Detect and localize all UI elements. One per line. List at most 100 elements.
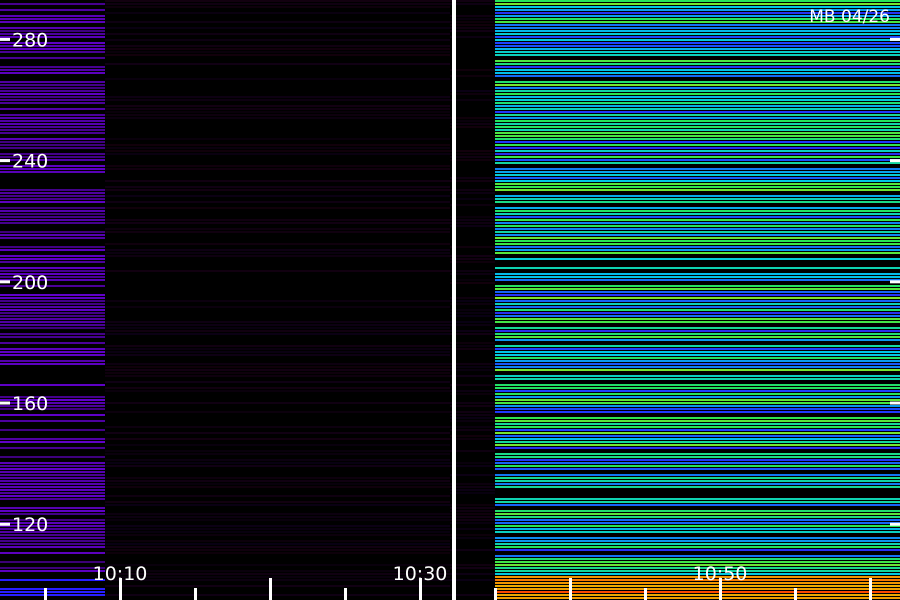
gap-line — [452, 0, 456, 600]
spectrogram-row — [495, 363, 900, 365]
spectrogram-row — [450, 393, 495, 395]
spectrogram-row — [105, 270, 450, 272]
spectrogram-row — [495, 246, 900, 248]
spectrogram-row — [495, 162, 900, 164]
spectrogram-row — [495, 252, 900, 254]
x-tick-label: 10:50 — [693, 563, 748, 585]
spectrogram-row — [450, 384, 495, 386]
spectrogram-row — [0, 492, 105, 494]
spectrogram-row — [105, 345, 450, 347]
spectrogram-row — [495, 543, 900, 545]
spectrogram-row — [495, 300, 900, 302]
spectrogram-row — [450, 204, 495, 206]
spectrogram-row — [495, 117, 900, 119]
spectrogram-row — [0, 495, 105, 497]
x-tick — [269, 578, 272, 600]
spectrogram-row — [0, 309, 105, 311]
spectrogram-row — [495, 594, 900, 596]
spectrogram-row — [105, 486, 450, 488]
spectrogram-row — [0, 198, 105, 200]
spectrogram-row — [105, 321, 450, 323]
spectrogram-row — [450, 270, 495, 272]
spectrogram-row — [495, 477, 900, 479]
spectrogram-row — [105, 252, 450, 254]
spectrogram-row — [0, 420, 105, 422]
spectrogram-row — [495, 378, 900, 380]
spectrogram-row — [495, 87, 900, 89]
spectrogram-row — [450, 411, 495, 413]
spectrogram-row — [495, 441, 900, 443]
spectrogram-row — [495, 39, 900, 41]
spectrogram-row — [450, 537, 495, 539]
spectrogram-row — [105, 0, 450, 2]
y-tick-right — [890, 280, 900, 284]
spectrogram-row — [0, 261, 105, 263]
y-tick-left — [0, 401, 10, 405]
spectrogram-row — [0, 441, 105, 443]
spectrogram-row — [105, 54, 450, 56]
spectrogram-row — [495, 177, 900, 179]
spectrogram-row — [495, 405, 900, 407]
spectrogram-row — [105, 552, 450, 554]
spectrogram-row — [495, 135, 900, 137]
spectrogram-row — [495, 66, 900, 68]
spectrogram-row — [450, 222, 495, 224]
spectrogram-row — [450, 225, 495, 227]
spectrogram-row — [105, 114, 450, 116]
spectrogram-row — [495, 462, 900, 464]
spectrogram-row — [450, 0, 495, 2]
spectrogram-row — [495, 150, 900, 152]
spectrogram-row — [0, 84, 105, 86]
spectrogram-row — [105, 390, 450, 392]
spectrogram-row — [495, 528, 900, 530]
spectrogram-row — [105, 351, 450, 353]
spectrogram-row — [495, 327, 900, 329]
spectrogram-row — [450, 366, 495, 368]
spectrogram-row — [495, 129, 900, 131]
spectrogram-row — [450, 483, 495, 485]
spectrogram-row — [450, 405, 495, 407]
spectrogram-row — [450, 420, 495, 422]
spectrogram-row — [495, 105, 900, 107]
spectrogram-row — [495, 348, 900, 350]
spectrogram-row — [105, 324, 450, 326]
spectrogram-row — [450, 255, 495, 257]
spectrogram-row — [0, 57, 105, 59]
spectrogram-row — [450, 348, 495, 350]
spectrogram-row — [105, 387, 450, 389]
spectrogram-row — [450, 513, 495, 515]
spectrogram-row — [495, 336, 900, 338]
spectrogram-row — [0, 99, 105, 101]
x-tick — [869, 578, 872, 600]
spectrogram-row — [495, 108, 900, 110]
spectrogram-row — [495, 213, 900, 215]
spectrogram-row — [450, 36, 495, 38]
spectrogram-row — [105, 243, 450, 245]
spectrogram-row — [0, 294, 105, 296]
spectrogram-row — [450, 24, 495, 26]
spectrogram-row — [105, 330, 450, 332]
spectrogram-row — [495, 465, 900, 467]
spectrogram-row — [0, 588, 105, 590]
spectrogram-row — [105, 300, 450, 302]
spectrogram-row — [450, 75, 495, 77]
spectrogram-row — [105, 153, 450, 155]
spectrogram-row — [105, 432, 450, 434]
x-tick — [794, 588, 797, 600]
spectrogram-row — [450, 150, 495, 152]
spectrogram-row — [0, 141, 105, 143]
x-tick — [644, 588, 647, 600]
spectrogram-row — [495, 225, 900, 227]
spectrogram-row — [0, 222, 105, 224]
spectrogram-row — [495, 186, 900, 188]
spectrogram-row — [105, 453, 450, 455]
spectrogram-row — [0, 561, 105, 563]
spectrogram-row — [105, 27, 450, 29]
spectrogram-row — [495, 384, 900, 386]
spectrogram-row — [105, 444, 450, 446]
spectrogram-row — [495, 474, 900, 476]
spectrogram-row — [495, 93, 900, 95]
y-tick-label: 240 — [12, 151, 48, 173]
spectrogram-row — [105, 381, 450, 383]
spectrogram-row — [105, 306, 450, 308]
